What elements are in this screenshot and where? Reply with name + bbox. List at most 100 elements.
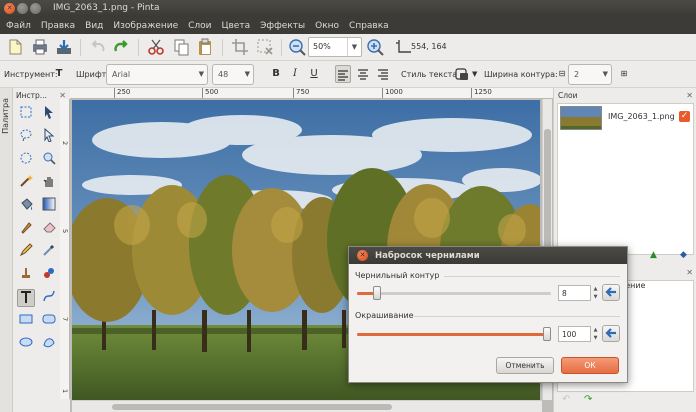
move-selection-icon[interactable]	[40, 127, 58, 146]
ellipse-icon[interactable]	[17, 335, 35, 353]
ruler-tick-label: 1000	[382, 88, 403, 98]
ink-outline-slider[interactable]	[357, 286, 551, 300]
paste-icon[interactable]	[196, 38, 214, 56]
underline-button[interactable]: U	[306, 65, 322, 83]
menu-window[interactable]: Окно	[315, 21, 339, 31]
menu-bar: Файл Правка Вид Изображение Слои Цвета Э…	[0, 17, 696, 34]
layer-visibility-checkbox[interactable]: ✓	[679, 111, 690, 122]
chevron-down-icon[interactable]: ▼	[347, 38, 361, 56]
zoom-combo[interactable]: 50% ▼	[308, 37, 362, 57]
ok-button[interactable]: ОК	[561, 357, 619, 374]
history-redo-icon[interactable]: ↷	[584, 394, 592, 405]
menu-layers[interactable]: Слои	[188, 21, 211, 31]
clone-stamp-icon[interactable]	[17, 266, 35, 284]
redo-icon[interactable]	[112, 38, 130, 56]
layer-row[interactable]: IMG_2063_1.png ✓	[558, 104, 693, 131]
color-picker-icon[interactable]	[40, 243, 58, 261]
crop-icon[interactable]	[231, 38, 249, 56]
horizontal-scrollbar[interactable]	[72, 400, 542, 412]
align-left-button[interactable]	[335, 65, 351, 83]
palette-label: Палитра	[1, 98, 10, 134]
menu-help[interactable]: Справка	[349, 21, 389, 31]
outline-increase-button[interactable]: ⊞	[616, 65, 632, 83]
zoom-in-icon[interactable]	[366, 38, 384, 56]
history-undo-icon[interactable]: ↶	[562, 394, 570, 405]
magic-wand-icon[interactable]	[17, 174, 35, 192]
coloring-value: 100	[562, 330, 577, 339]
freeform-shape-icon[interactable]	[40, 335, 58, 353]
scrollbar-thumb[interactable]	[112, 404, 392, 410]
layer-list: IMG_2063_1.png ✓	[557, 103, 694, 255]
ruler-tick-label: 250	[113, 88, 131, 98]
ruler-horizontal: 250 500 750 1000 1250	[70, 88, 553, 99]
spin-buttons[interactable]: ▲ ▼	[591, 326, 600, 342]
reset-coloring-button[interactable]	[602, 325, 620, 342]
pan-hand-icon[interactable]	[40, 174, 58, 192]
rectangle-select-icon[interactable]	[17, 105, 35, 123]
slider-knob[interactable]	[373, 286, 381, 300]
text-style-icon[interactable]	[454, 65, 470, 83]
outline-width-combo[interactable]: 2 ▼	[568, 64, 612, 85]
window-close-button[interactable]: ✕	[4, 3, 15, 14]
menu-file[interactable]: Файл	[6, 21, 31, 31]
line-curve-icon[interactable]	[40, 289, 58, 307]
zoom-out-icon[interactable]	[288, 38, 306, 56]
menu-effects[interactable]: Эффекты	[260, 21, 305, 31]
menu-edit[interactable]: Правка	[41, 21, 75, 31]
main-toolbar: 50% ▼ 554, 164	[0, 34, 696, 61]
eraser-icon[interactable]	[40, 220, 58, 238]
lasso-select-icon[interactable]	[17, 128, 35, 146]
reset-ink-outline-button[interactable]	[602, 284, 620, 301]
align-right-button[interactable]	[375, 65, 391, 83]
copy-icon[interactable]	[172, 38, 190, 56]
text-tool-icon: T	[55, 68, 63, 79]
move-selected-icon[interactable]	[40, 105, 58, 123]
text-style-label: Стиль текста	[401, 70, 458, 79]
save-icon[interactable]	[55, 38, 73, 56]
pencil-icon[interactable]	[17, 243, 35, 261]
rounded-rectangle-icon[interactable]	[40, 312, 58, 330]
chevron-down-icon[interactable]: ▼	[472, 70, 477, 78]
layer-add-icon[interactable]: ▲	[650, 250, 657, 260]
menu-image[interactable]: Изображение	[113, 21, 178, 31]
font-combo[interactable]: Arial ▼	[106, 64, 208, 85]
paint-bucket-icon[interactable]	[17, 197, 35, 215]
paintbrush-icon[interactable]	[17, 220, 35, 238]
slider-knob[interactable]	[543, 327, 551, 341]
chevron-down-icon: ▼	[244, 70, 250, 78]
font-size-combo[interactable]: 48 ▼	[212, 64, 254, 85]
close-icon[interactable]: ✕	[686, 91, 693, 100]
rectangle-icon[interactable]	[17, 312, 35, 330]
text-tool-icon[interactable]	[17, 289, 35, 307]
coloring-spinbox[interactable]: 100	[558, 326, 591, 342]
ruler-tick-label: 5	[61, 229, 69, 234]
cursor-coordinates: 554, 164	[411, 42, 447, 51]
layer-down-icon[interactable]: ◆	[680, 250, 687, 260]
chevron-down-icon: ▼	[198, 70, 204, 78]
align-center-button[interactable]	[355, 65, 371, 83]
layers-header: Слои ✕	[558, 91, 693, 103]
recolor-icon[interactable]	[40, 266, 58, 284]
undo-icon[interactable]	[89, 38, 107, 56]
ellipse-select-icon[interactable]	[17, 151, 35, 169]
bold-button[interactable]: B	[268, 65, 284, 83]
print-icon[interactable]	[31, 38, 49, 56]
cut-icon[interactable]	[147, 38, 165, 56]
palette-tab[interactable]: Палитра	[0, 88, 13, 412]
deselect-icon[interactable]	[256, 38, 274, 56]
close-icon[interactable]: ✕	[686, 268, 693, 277]
menu-view[interactable]: Вид	[85, 21, 103, 31]
ink-outline-spinbox[interactable]: 8	[558, 285, 591, 301]
italic-button[interactable]: I	[287, 65, 303, 83]
gradient-icon[interactable]	[40, 197, 58, 215]
spin-buttons[interactable]: ▲ ▼	[591, 285, 600, 301]
dialog-close-button[interactable]: ✕	[357, 250, 368, 261]
tool-label: Инструмент:	[4, 70, 58, 79]
window-maximize-button[interactable]	[30, 3, 41, 14]
new-file-icon[interactable]	[6, 38, 24, 56]
coloring-slider[interactable]	[357, 327, 551, 341]
zoom-tool-icon[interactable]	[40, 151, 58, 169]
window-minimize-button[interactable]	[17, 3, 28, 14]
cancel-button[interactable]: Отменить	[496, 357, 554, 374]
menu-adjustments[interactable]: Цвета	[222, 21, 251, 31]
